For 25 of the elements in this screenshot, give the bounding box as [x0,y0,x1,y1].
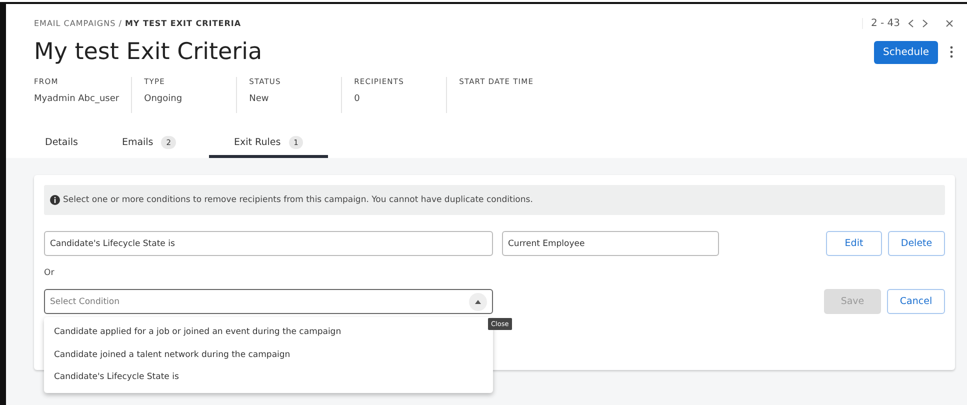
delete-button[interactable]: Delete [888,231,945,256]
close-icon[interactable] [946,20,953,26]
dropdown-option[interactable]: Candidate's Lifecycle State is [44,366,493,388]
condition-select[interactable]: Select Condition [44,289,493,314]
breadcrumb: EMAIL CAMPAIGNS / MY TEST EXIT CRITERIA [34,18,242,28]
meta-value: Myadmin Abc_user [34,94,120,104]
caret-icon [475,300,481,304]
or-label: Or [44,268,56,278]
condition-field[interactable]: Candidate's Lifecycle State is [44,231,493,256]
tab[interactable]: Details [34,129,89,158]
meta-value: Ongoing [144,94,184,104]
edit-button[interactable]: Edit [826,231,882,256]
value-field[interactable]: Current Employee [502,231,719,256]
schedule-button[interactable]: Schedule [874,40,938,64]
info-icon [50,195,60,205]
info-text: Select one or more conditions to remove recipients from this campaign. You cannot have duplicate conditions. [63,195,533,205]
cancel-button[interactable]: Cancel [887,289,945,314]
next-icon[interactable] [922,18,928,28]
previous-icon[interactable] [908,18,914,28]
meta-value: New [249,94,270,104]
meta-value: 0 [354,94,361,104]
page-title: My test Exit Criteria [34,39,262,65]
pager-range: 2 - 43 [870,18,900,28]
more-icon[interactable] [950,46,953,58]
dropdown-option[interactable]: Candidate joined a talent network during the campaign [44,344,493,366]
